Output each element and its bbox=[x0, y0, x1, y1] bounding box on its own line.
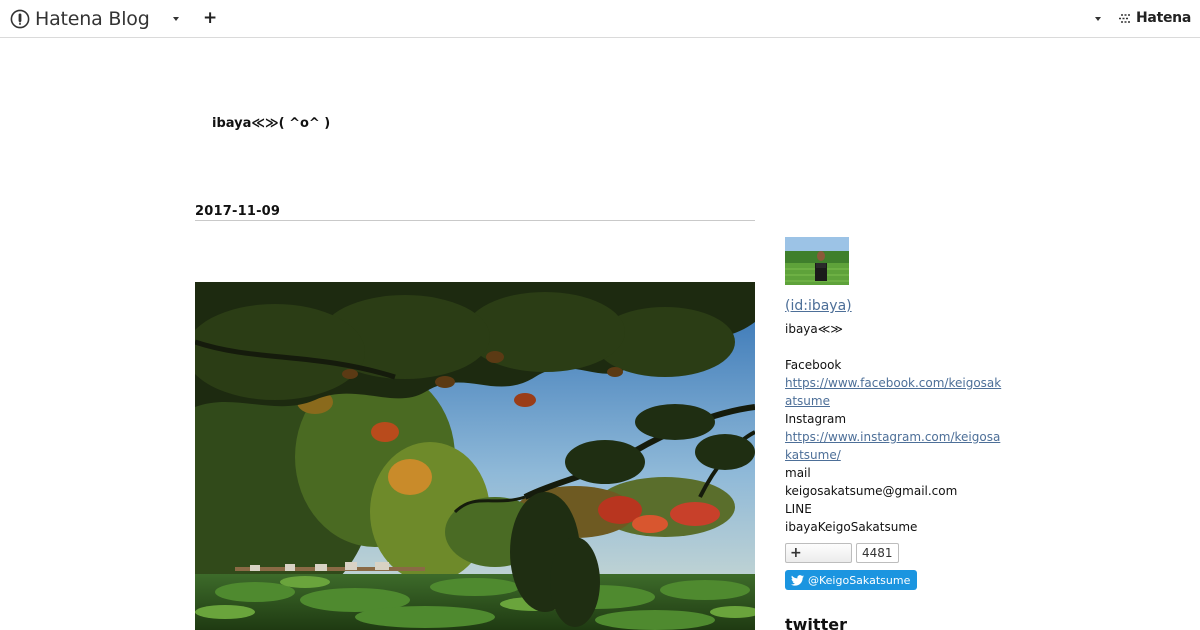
hatena-brand-icon bbox=[1119, 14, 1131, 23]
facebook-link[interactable]: https://www.facebook.com/keigosakatsume bbox=[785, 374, 1005, 410]
add-bookmark-button[interactable]: + bbox=[785, 543, 852, 563]
entry-date[interactable]: 2017-11-09 bbox=[195, 204, 280, 219]
blog-title[interactable]: ibaya≪≫( ^o^ ) bbox=[212, 116, 330, 131]
instagram-link[interactable]: https://www.instagram.com/keigosakatsume… bbox=[785, 428, 1005, 464]
hatena-blog-logo[interactable]: Hatena Blog bbox=[10, 7, 150, 31]
profile-nickname: ibaya≪≫ bbox=[785, 322, 843, 336]
avatar[interactable] bbox=[785, 237, 849, 285]
hatena-brand-link[interactable]: Hatena bbox=[1118, 10, 1191, 26]
entry-photo bbox=[195, 282, 755, 630]
facebook-label: Facebook bbox=[785, 358, 842, 372]
bookmark-count[interactable]: 4481 bbox=[856, 543, 899, 563]
line-id: ibayaKeigoSakatsume bbox=[785, 520, 918, 534]
profile-id-link[interactable]: (id:ibaya) bbox=[785, 298, 852, 314]
blog-menu-caret-icon[interactable] bbox=[171, 12, 181, 24]
mail-label: mail bbox=[785, 466, 811, 480]
line-label: LINE bbox=[785, 502, 812, 516]
logo-text: Hatena Blog bbox=[35, 8, 150, 30]
hatena-blog-logo-icon bbox=[10, 9, 30, 29]
instagram-label: Instagram bbox=[785, 412, 847, 426]
plus-icon: + bbox=[203, 8, 218, 28]
plus-icon: + bbox=[790, 545, 802, 561]
entry-date-row: 2017-11-09 bbox=[195, 200, 755, 221]
add-post-button[interactable]: + bbox=[203, 8, 218, 28]
twitter-follow-button[interactable]: @KeigoSakatsume bbox=[785, 570, 918, 590]
global-header: Hatena Blog + Hatena bbox=[0, 0, 1200, 38]
twitter-section-heading: twitter bbox=[785, 615, 847, 630]
sidebar: (id:ibaya) ibaya≪≫ Facebook https://www.… bbox=[785, 237, 1005, 630]
twitter-follow-label: @KeigoSakatsume bbox=[808, 573, 911, 587]
user-menu-caret-icon[interactable] bbox=[1093, 12, 1103, 24]
bookmark-widget: + 4481 bbox=[785, 543, 1005, 563]
hatena-brand-text: Hatena bbox=[1136, 10, 1191, 26]
twitter-bird-icon bbox=[791, 574, 804, 586]
mail-address: keigosakatsume@gmail.com bbox=[785, 484, 958, 498]
